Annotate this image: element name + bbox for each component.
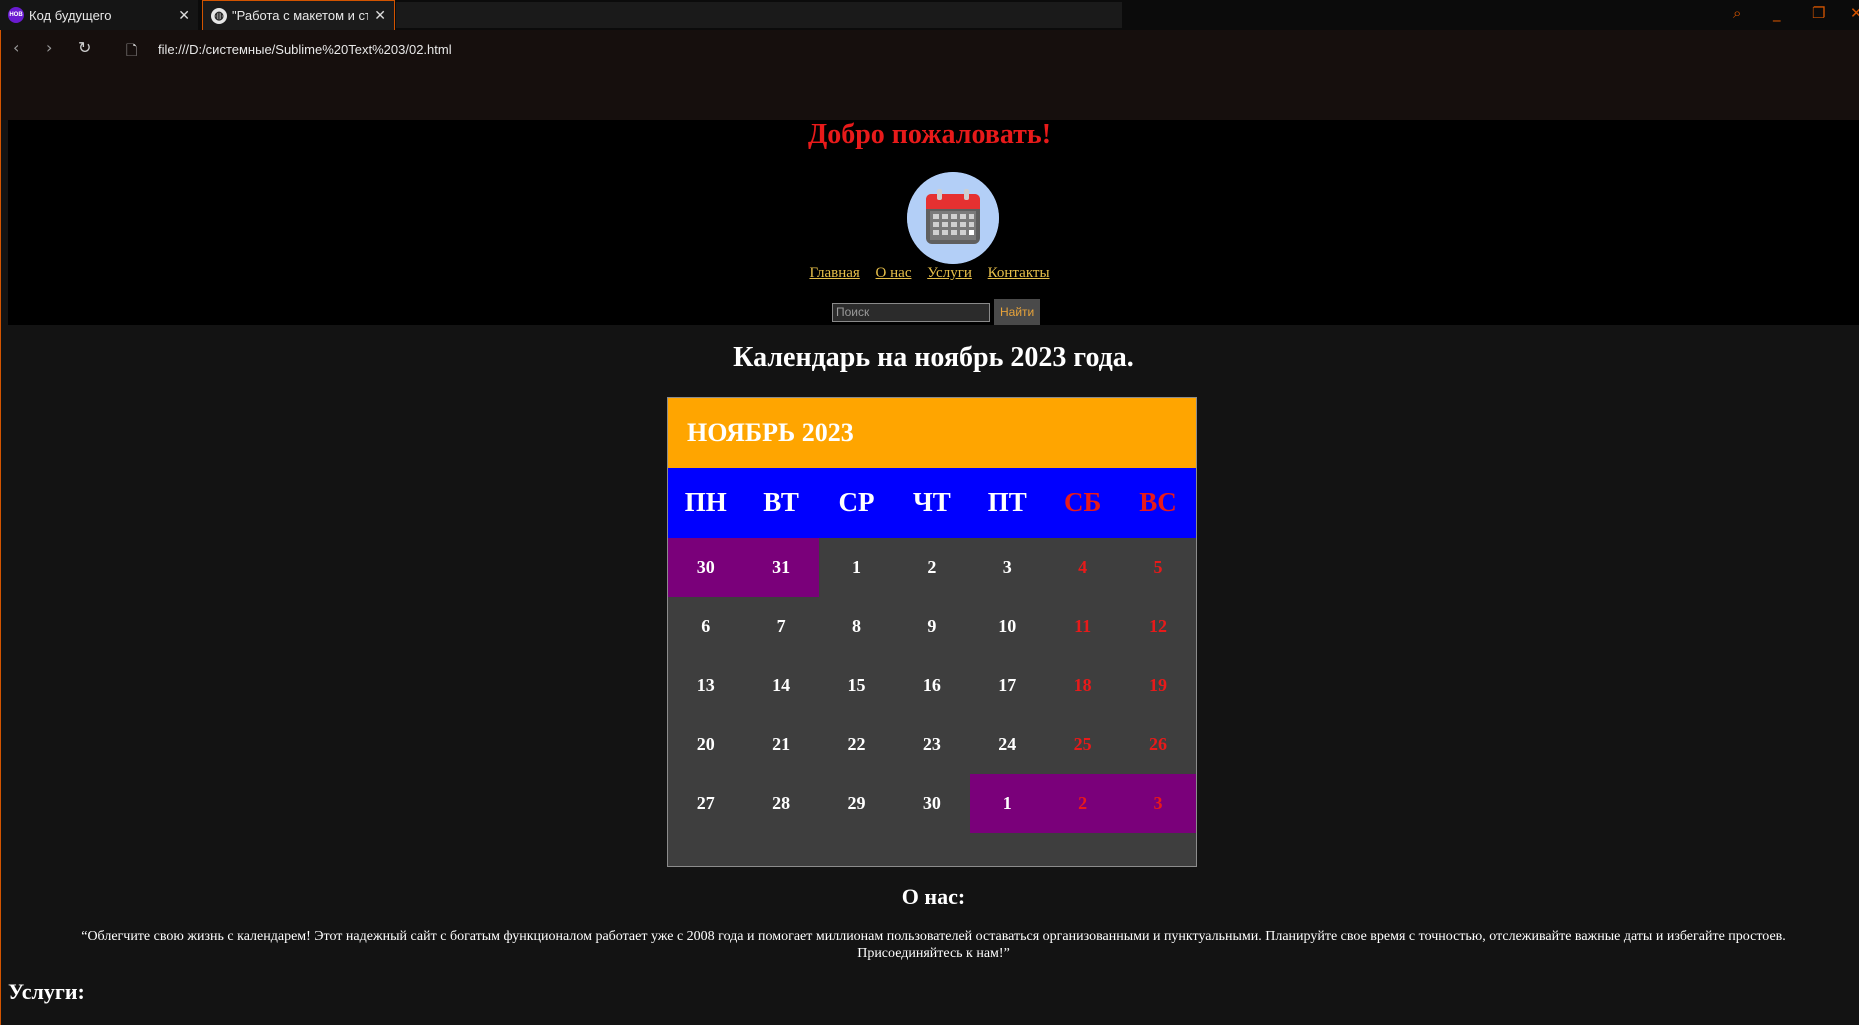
- main-nav: Главная О нас Услуги Контакты: [0, 265, 1859, 282]
- day-cell: 14: [772, 675, 791, 695]
- day-cell: 18: [1073, 675, 1092, 695]
- close-icon[interactable]: ✕: [178, 7, 190, 24]
- about-text: “Облегчите свою жизнь с календарем! Этот…: [81, 929, 1786, 961]
- reload-icon[interactable]: ↻: [78, 38, 91, 57]
- day-cell: 24: [998, 734, 1017, 754]
- about-heading: О нас:: [901, 884, 966, 909]
- day-cell: 21: [772, 734, 791, 754]
- file-icon: 🗋: [126, 43, 138, 59]
- month-label: НОЯБРЬ 2023: [668, 398, 1196, 468]
- day-cell: 23: [922, 734, 941, 754]
- day-cell: 11: [1074, 616, 1092, 636]
- weekday-mon: ПН: [684, 487, 727, 517]
- tab-kod-budushchego[interactable]: HOB Код будущего ✕: [0, 0, 198, 30]
- day-cell: 26: [1149, 734, 1168, 754]
- search-button[interactable]: Найти: [994, 299, 1040, 325]
- weekday-sat: СБ: [1063, 487, 1102, 517]
- tab-title: "Работа с макетом и структурой": [232, 8, 368, 23]
- day-cell: 20: [696, 734, 715, 754]
- calendar-icon: [907, 172, 999, 264]
- day-cell: 28: [772, 793, 791, 813]
- forward-icon[interactable]: ›: [46, 38, 52, 57]
- day-cell: 1: [969, 774, 1045, 833]
- day-cell: 29: [847, 793, 866, 813]
- calendar: НОЯБРЬ 2023 ПН ВТ СР ЧТ ПТ СБ ВС 30 31 1 2 3…: [667, 397, 1197, 867]
- back-icon[interactable]: ‹: [13, 38, 19, 57]
- day-cell: 19: [1149, 675, 1168, 695]
- minimize-icon[interactable]: _: [1773, 4, 1781, 22]
- tab-bar: HOB Код будущего ✕ ◍ "Работа с макетом и…: [0, 0, 1859, 30]
- address-bar: ‹ › ↻ 🗋 file:///D:/системные/Sublime%20T…: [0, 30, 1859, 120]
- calendar-heading: Календарь на ноябрь 2023 года.: [733, 342, 1134, 373]
- tab-title: Код будущего: [29, 7, 112, 23]
- hob-favicon-icon: HOB: [8, 7, 24, 23]
- search-icon[interactable]: ⌕: [1733, 4, 1741, 22]
- day-cell: 25: [1073, 734, 1092, 754]
- tab-strip-empty: [396, 2, 1122, 28]
- weekday-thu: ЧТ: [912, 487, 951, 517]
- day-cell: 22: [847, 734, 866, 754]
- day-cell: 3: [1120, 774, 1196, 833]
- day-cell: 12: [1149, 616, 1168, 636]
- globe-icon: ◍: [211, 7, 227, 24]
- day-cell: 13: [696, 675, 715, 695]
- url-field[interactable]: file:///D:/системные/Sublime%20Text%203/…: [158, 42, 452, 57]
- search-input[interactable]: [832, 302, 990, 322]
- day-cell: 9: [927, 616, 937, 636]
- day-cell: 17: [998, 675, 1017, 695]
- services-heading: Услуги:: [8, 979, 85, 1004]
- day-cell: 2: [1044, 774, 1121, 833]
- restore-icon[interactable]: ❐: [1812, 4, 1825, 22]
- tab-active-page[interactable]: ◍ "Работа с макетом и структурой" ✕: [202, 0, 395, 30]
- weekday-sun: ВС: [1139, 487, 1177, 517]
- search-form: Найти: [832, 299, 1040, 325]
- day-cell: 3: [1002, 557, 1012, 577]
- weekday-fri: ПТ: [987, 487, 1027, 517]
- day-cell: 30: [668, 538, 744, 597]
- day-cell: 2: [927, 557, 937, 577]
- day-cell: 15: [847, 675, 866, 695]
- day-cell: 31: [743, 538, 819, 597]
- day-cell: 16: [922, 675, 941, 695]
- days-grid: 30 31 1 2 3 4 5 6 7 8 9 10 11 12 13 14 15 16 17 18 19 20 21 22 2…: [668, 538, 1196, 833]
- day-cell: 7: [776, 616, 786, 636]
- day-cell: 10: [998, 616, 1017, 636]
- nav-link-about[interactable]: О нас: [876, 265, 912, 281]
- nav-link-contacts[interactable]: Контакты: [988, 265, 1050, 281]
- weekday-wed: СР: [838, 487, 875, 517]
- day-cell: 6: [701, 616, 711, 636]
- weekday-tue: ВТ: [763, 487, 799, 517]
- nav-link-home[interactable]: Главная: [809, 265, 859, 281]
- day-cell: 8: [851, 616, 861, 636]
- weekday-row: ПН ВТ СР ЧТ ПТ СБ ВС: [668, 468, 1196, 538]
- nav-link-services[interactable]: Услуги: [927, 265, 972, 281]
- close-icon[interactable]: ✕: [374, 7, 386, 24]
- day-cell: 4: [1078, 557, 1088, 577]
- day-cell: 1: [851, 557, 861, 577]
- day-cell: 27: [696, 793, 715, 813]
- close-window-icon[interactable]: ✕: [1850, 4, 1859, 22]
- day-cell: 30: [922, 793, 941, 813]
- day-cell: 5: [1153, 557, 1163, 577]
- welcome-heading: Добро пожаловать!: [807, 119, 1052, 150]
